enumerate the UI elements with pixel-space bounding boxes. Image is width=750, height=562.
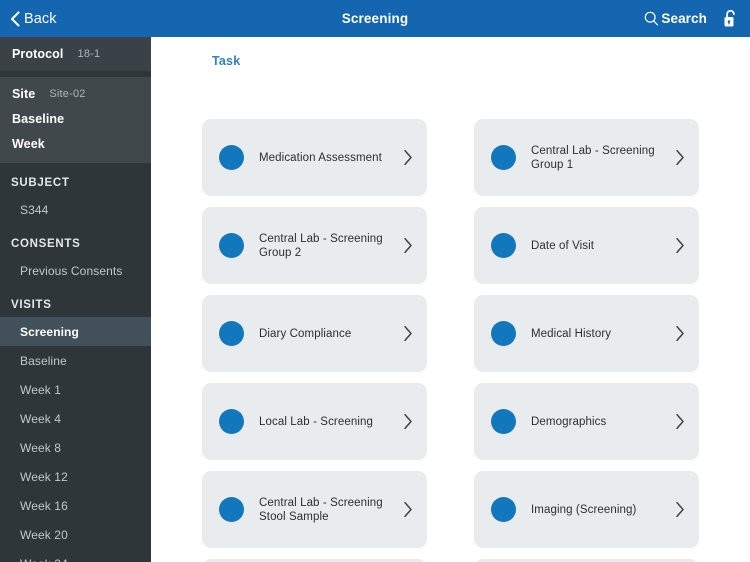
unlocked-padlock-icon[interactable]	[723, 9, 738, 28]
status-dot-icon	[491, 409, 516, 434]
task-card[interactable]: Imaging (Screening)	[474, 471, 699, 548]
sidebar-item-screening[interactable]: Screening	[0, 317, 151, 346]
sidebar-meta-site-label: Site	[12, 86, 36, 101]
sidebar-section-title-consents: CONSENTS	[11, 238, 81, 250]
sidebar-item-week-16[interactable]: Week 16	[0, 491, 151, 520]
chevron-right-icon	[404, 149, 412, 166]
main-content: Task Medication Assessment Central Lab -…	[151, 37, 750, 562]
app-root: Back Screening Search Protocol 18-1 Site…	[0, 0, 750, 562]
task-card[interactable]: Medical History	[474, 295, 699, 372]
sidebar-meta-site-value: Site-02	[49, 87, 86, 100]
sidebar-meta-block: Site Site-02 Baseline Week	[0, 77, 151, 163]
chevron-right-icon	[676, 237, 684, 254]
sidebar-item-week-8[interactable]: Week 8	[0, 433, 151, 462]
task-card-label: Diary Compliance	[259, 327, 352, 340]
sidebar-meta-baseline-label: Baseline	[12, 111, 65, 126]
status-dot-icon	[491, 233, 516, 258]
task-card[interactable]: Medication Assessment	[202, 119, 427, 196]
task-section-heading: Task	[212, 54, 241, 68]
sidebar-protocol-value: 18-1	[77, 48, 101, 60]
status-dot-icon	[219, 233, 244, 258]
status-dot-icon	[491, 145, 516, 170]
status-dot-icon	[219, 145, 244, 170]
task-card-label: Medication Assessment	[259, 151, 382, 164]
sidebar-item-week-24[interactable]: Week 24	[0, 549, 151, 562]
sidebar-meta-week-label: Week	[12, 136, 45, 151]
task-card-label: Medical History	[531, 327, 612, 340]
sidebar-item-previous-consents[interactable]: Previous Consents	[0, 256, 151, 285]
sidebar-item-week-20[interactable]: Week 20	[0, 520, 151, 549]
task-card-label: Imaging (Screening)	[531, 503, 637, 516]
sidebar-section-title-visits: VISITS	[11, 299, 52, 311]
task-card-label: Date of Visit	[531, 239, 595, 252]
task-card[interactable]: Central Lab - Screening Group 1	[474, 119, 699, 196]
sidebar-meta-week[interactable]: Week	[0, 131, 151, 156]
task-card[interactable]: Local Lab - Screening	[202, 383, 427, 460]
chevron-right-icon	[404, 325, 412, 342]
chevron-right-icon	[676, 501, 684, 518]
sidebar-item-week-1[interactable]: Week 1	[0, 375, 151, 404]
task-card-grid: Medication Assessment Central Lab - Scre…	[202, 119, 699, 562]
sidebar-item-baseline[interactable]: Baseline	[0, 346, 151, 375]
chevron-right-icon	[404, 501, 412, 518]
task-card[interactable]: Demographics	[474, 383, 699, 460]
status-dot-icon	[491, 497, 516, 522]
task-card[interactable]: Central Lab - Screening Group 2	[202, 207, 427, 284]
task-card-label: Central Lab - Screening Group 2	[259, 232, 383, 259]
search-button-label: Search	[661, 11, 707, 26]
task-card[interactable]: Diary Compliance	[202, 295, 427, 372]
status-dot-icon	[219, 409, 244, 434]
top-navigation-bar: Back Screening Search	[0, 0, 750, 37]
task-card[interactable]: Date of Visit	[474, 207, 699, 284]
search-icon	[645, 11, 659, 26]
search-button[interactable]: Search	[644, 11, 707, 26]
sidebar-item-s344[interactable]: S344	[0, 195, 151, 224]
top-bar-actions: Search	[644, 0, 738, 37]
sidebar: Protocol 18-1 Site Site-02 Baseline Week…	[0, 37, 151, 562]
task-card-label: Central Lab - Screening Group 1	[531, 144, 655, 171]
task-card-label: Central Lab - Screening Stool Sample	[259, 496, 383, 523]
sidebar-meta-site[interactable]: Site Site-02	[0, 81, 151, 106]
chevron-right-icon	[676, 149, 684, 166]
sidebar-protocol-row[interactable]: Protocol 18-1	[0, 37, 151, 71]
task-card[interactable]: Central Lab - Screening Stool Sample	[202, 471, 427, 548]
sidebar-protocol-label: Protocol	[12, 47, 64, 61]
status-dot-icon	[219, 497, 244, 522]
sidebar-item-week-4[interactable]: Week 4	[0, 404, 151, 433]
page-title: Screening	[341, 11, 409, 26]
chevron-right-icon	[676, 413, 684, 430]
status-dot-icon	[219, 321, 244, 346]
sidebar-item-week-12[interactable]: Week 12	[0, 462, 151, 491]
chevron-right-icon	[404, 237, 412, 254]
chevron-right-icon	[404, 413, 412, 430]
status-dot-icon	[491, 321, 516, 346]
sidebar-meta-baseline[interactable]: Baseline	[0, 106, 151, 131]
chevron-right-icon	[676, 325, 684, 342]
task-card-label: Local Lab - Screening	[259, 415, 373, 428]
task-card-label: Demographics	[531, 415, 607, 428]
sidebar-section-title-subject: SUBJECT	[11, 177, 70, 189]
